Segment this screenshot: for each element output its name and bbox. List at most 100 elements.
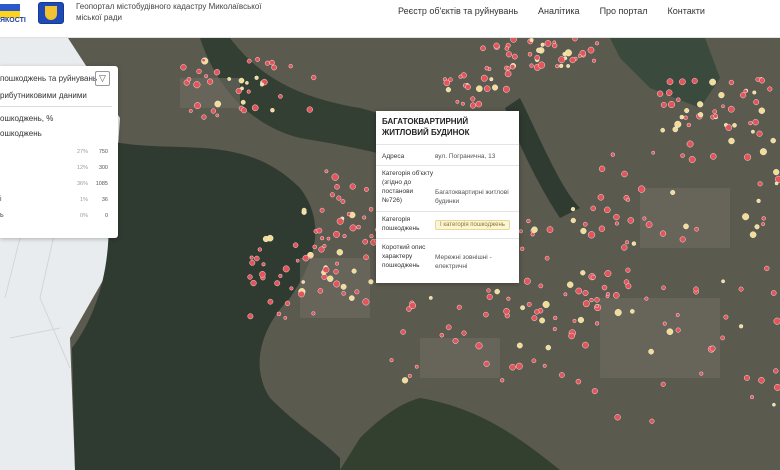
damage-marker[interactable]: [659, 230, 667, 237]
damage-marker[interactable]: [502, 85, 510, 93]
damage-marker[interactable]: [254, 255, 260, 262]
damage-marker[interactable]: [506, 296, 511, 301]
damage-marker[interactable]: [744, 374, 750, 381]
damage-marker[interactable]: [503, 308, 510, 315]
damage-marker[interactable]: [523, 277, 531, 285]
damage-marker[interactable]: [770, 137, 776, 144]
damage-marker[interactable]: [316, 227, 323, 234]
damage-marker[interactable]: [340, 199, 346, 204]
damage-marker[interactable]: [445, 324, 452, 331]
damage-marker[interactable]: [207, 78, 214, 85]
damage-marker[interactable]: [276, 311, 282, 317]
damage-marker[interactable]: [486, 293, 493, 300]
damage-marker[interactable]: [583, 221, 588, 227]
nav-analytics[interactable]: Аналітика: [538, 6, 580, 16]
damage-marker[interactable]: [331, 173, 339, 181]
damage-marker[interactable]: [686, 122, 691, 128]
damage-marker[interactable]: [743, 89, 748, 94]
damage-marker[interactable]: [660, 127, 666, 133]
damage-marker[interactable]: [349, 224, 357, 232]
damage-marker[interactable]: [318, 246, 325, 253]
damage-marker[interactable]: [613, 292, 620, 299]
damage-marker[interactable]: [489, 77, 494, 82]
damage-marker[interactable]: [693, 286, 699, 292]
damage-marker[interactable]: [333, 230, 340, 238]
damage-marker[interactable]: [546, 226, 554, 233]
damage-marker[interactable]: [414, 364, 419, 369]
damage-marker[interactable]: [483, 311, 489, 318]
damage-marker[interactable]: [257, 247, 262, 252]
damage-marker[interactable]: [493, 42, 500, 49]
damage-marker[interactable]: [666, 89, 673, 96]
damage-marker[interactable]: [648, 348, 654, 355]
damage-marker[interactable]: [336, 195, 342, 201]
damage-marker[interactable]: [759, 77, 765, 84]
damage-marker[interactable]: [201, 58, 206, 63]
damage-marker[interactable]: [555, 64, 560, 69]
damage-marker[interactable]: [333, 269, 339, 275]
damage-marker[interactable]: [506, 66, 511, 71]
damage-marker[interactable]: [456, 304, 462, 310]
damage-marker[interactable]: [505, 51, 512, 58]
damage-marker[interactable]: [572, 318, 577, 323]
damage-marker[interactable]: [201, 114, 207, 120]
damage-marker[interactable]: [566, 64, 570, 68]
damage-marker[interactable]: [196, 68, 202, 75]
damage-marker[interactable]: [520, 246, 525, 251]
damage-marker[interactable]: [254, 75, 259, 80]
damage-marker[interactable]: [699, 371, 704, 376]
damage-marker[interactable]: [527, 52, 533, 57]
damage-marker[interactable]: [580, 270, 586, 276]
damage-marker[interactable]: [504, 46, 509, 51]
damage-marker[interactable]: [767, 86, 773, 92]
damage-marker[interactable]: [245, 81, 249, 85]
damage-marker[interactable]: [455, 99, 460, 104]
damage-marker[interactable]: [484, 66, 489, 71]
damage-marker[interactable]: [542, 301, 550, 309]
damage-marker[interactable]: [307, 251, 314, 258]
damage-marker[interactable]: [515, 362, 523, 370]
damage-marker[interactable]: [728, 137, 735, 145]
damage-marker[interactable]: [389, 358, 394, 363]
damage-marker[interactable]: [271, 64, 277, 71]
damage-marker[interactable]: [601, 284, 608, 291]
damage-marker[interactable]: [292, 242, 299, 248]
damage-marker[interactable]: [529, 63, 534, 68]
damage-marker[interactable]: [614, 309, 622, 317]
damage-marker[interactable]: [676, 97, 681, 102]
damage-marker[interactable]: [605, 292, 610, 297]
damage-marker[interactable]: [544, 255, 550, 261]
damage-marker[interactable]: [278, 94, 283, 99]
damage-marker[interactable]: [486, 288, 491, 293]
damage-marker[interactable]: [538, 283, 544, 289]
damage-marker[interactable]: [320, 236, 325, 241]
damage-marker[interactable]: [649, 418, 655, 424]
damage-marker[interactable]: [645, 221, 653, 228]
stats-row[interactable]: 27% 750: [0, 148, 112, 160]
damage-marker[interactable]: [536, 47, 542, 53]
portal-title[interactable]: Геопортал містобудівного кадастру Микола…: [76, 1, 276, 23]
damage-marker[interactable]: [302, 254, 309, 262]
damage-marker[interactable]: [238, 77, 245, 84]
damage-marker[interactable]: [594, 297, 600, 303]
damage-marker[interactable]: [342, 234, 347, 239]
damage-marker[interactable]: [750, 395, 755, 400]
damage-marker[interactable]: [773, 317, 780, 325]
damage-marker[interactable]: [723, 314, 729, 320]
damage-marker[interactable]: [625, 283, 632, 290]
damage-marker[interactable]: [363, 254, 369, 260]
damage-marker[interactable]: [575, 287, 583, 295]
damage-marker[interactable]: [773, 169, 780, 176]
damage-marker[interactable]: [644, 296, 649, 301]
damage-marker[interactable]: [582, 300, 590, 308]
damage-marker[interactable]: [214, 100, 222, 108]
damage-marker[interactable]: [572, 38, 578, 42]
damage-marker[interactable]: [210, 108, 217, 114]
damage-marker[interactable]: [311, 74, 317, 81]
damage-marker[interactable]: [262, 235, 270, 243]
damage-marker[interactable]: [458, 74, 463, 79]
damage-marker[interactable]: [570, 217, 576, 224]
damage-marker[interactable]: [748, 120, 753, 126]
damage-marker[interactable]: [742, 213, 750, 221]
damage-marker[interactable]: [544, 40, 552, 47]
